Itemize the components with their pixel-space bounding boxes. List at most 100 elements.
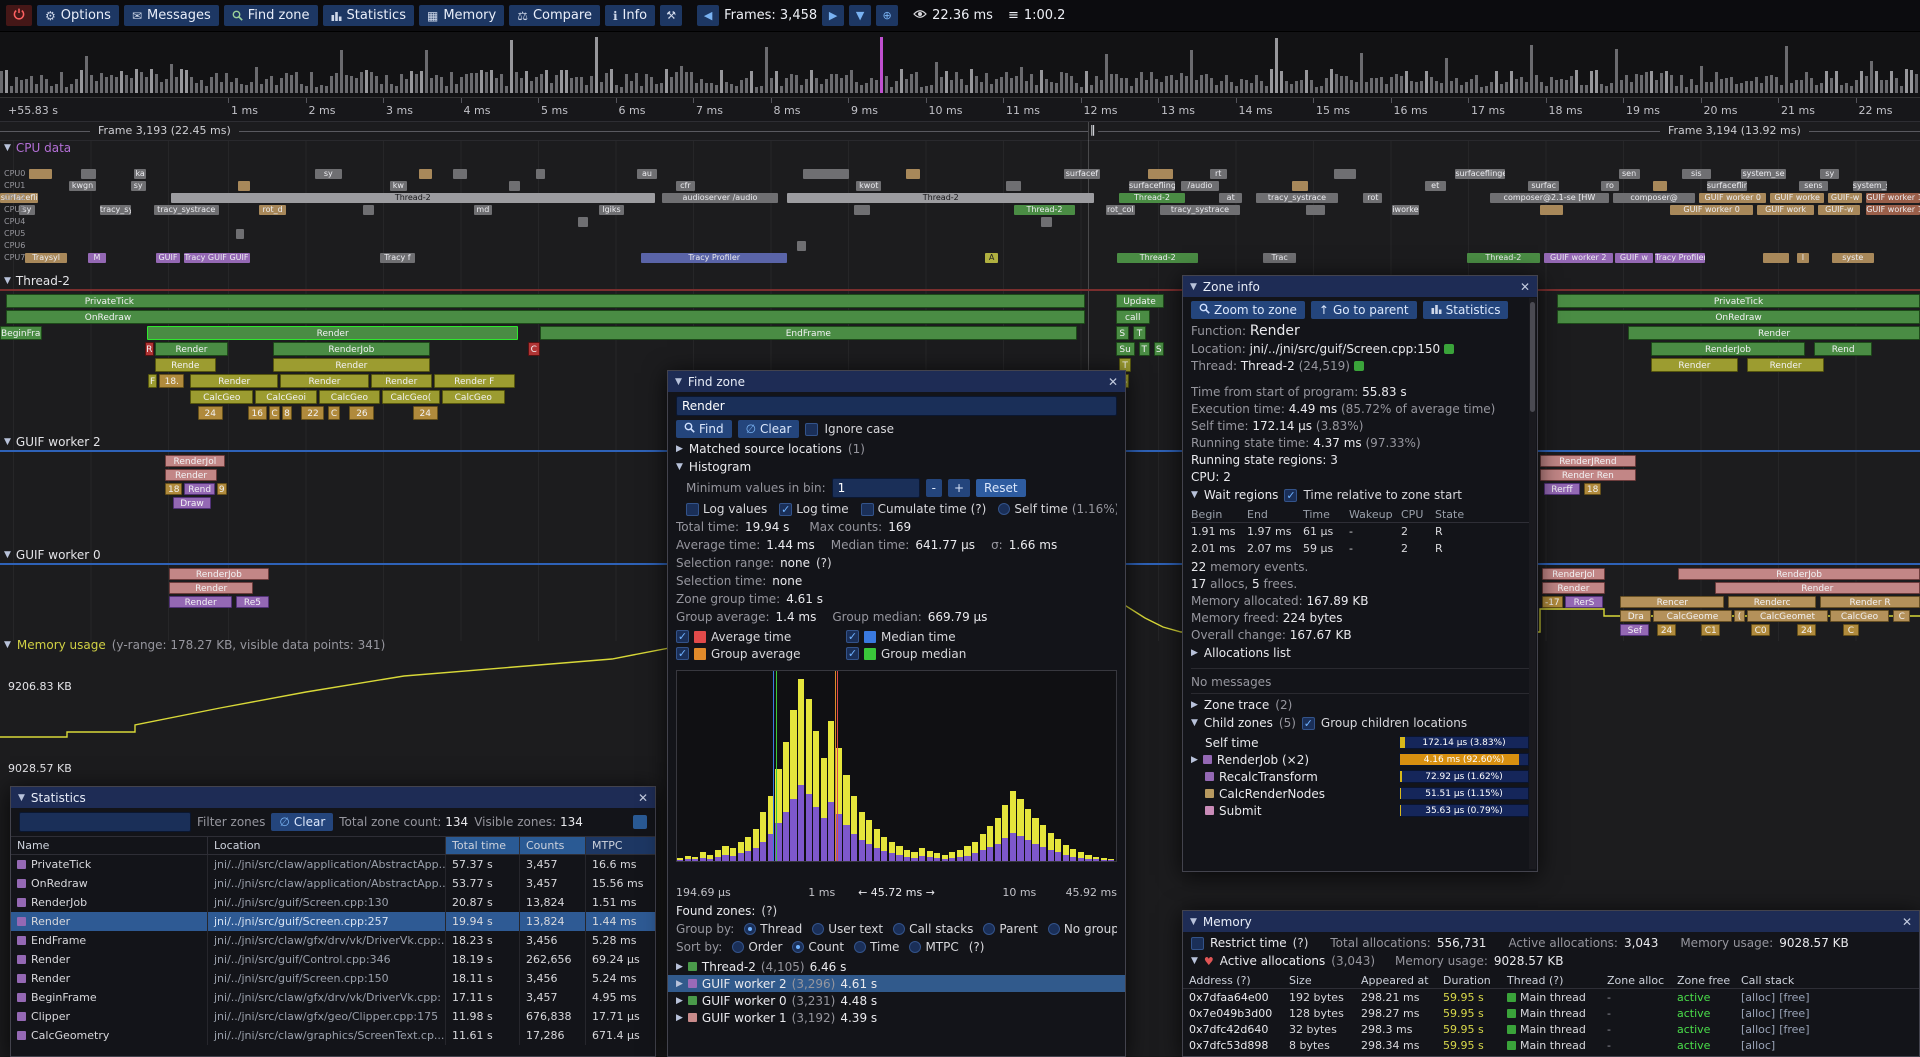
legend-item[interactable]: Group median <box>846 645 1016 662</box>
cpu-zone[interactable]: GUIF worker 0 <box>1670 205 1753 215</box>
group-by-thread[interactable]: Thread <box>744 922 802 936</box>
cpu-zone[interactable]: system_ser <box>1853 181 1888 191</box>
cpu-zone[interactable]: GUIF <box>156 253 181 263</box>
sort-by-count[interactable]: Count <box>792 940 844 954</box>
found-zone-group[interactable]: ▶GUIF worker 1(3,192)4.39 s <box>668 1009 1125 1026</box>
timeline-zone[interactable]: S <box>1154 342 1164 356</box>
go-to-parent-button[interactable]: ↑Go to parent <box>1311 301 1417 319</box>
timeline-zone[interactable]: RenderJol <box>165 455 225 467</box>
timeline-zone[interactable]: CalcGeo <box>190 390 253 404</box>
statistics-button[interactable]: Statistics <box>1423 301 1509 319</box>
timeline-zone[interactable]: Draw <box>173 497 211 509</box>
cpu-zone[interactable]: surfaceflinger <box>1455 169 1505 179</box>
cpu-zone[interactable]: tracy_systrace <box>1160 205 1241 215</box>
statistics-row[interactable]: CalcGeometryjni/../jni/src/claw/graphics… <box>11 1026 655 1045</box>
cpu-zone[interactable]: Thread-2 <box>1119 193 1184 203</box>
cpu-zone[interactable]: tracy_sys- <box>100 205 131 215</box>
timeline-zone[interactable]: C <box>1843 624 1858 636</box>
zone-info-titlebar[interactable]: ▼ Zone info ✕ <box>1183 276 1537 297</box>
cpu-zone[interactable]: syste <box>1832 253 1874 263</box>
cpu-zone[interactable]: cfr <box>676 181 695 191</box>
collapse-icon[interactable]: ▼ <box>4 143 11 153</box>
cpu-zone[interactable] <box>906 169 919 179</box>
next-frame-button[interactable]: ▶ <box>822 5 844 26</box>
cpu-zone[interactable]: sy <box>315 169 342 179</box>
statistics-button[interactable]: Statistics <box>323 5 414 26</box>
timeline-zone[interactable]: Render <box>1747 358 1824 372</box>
cpu-zone[interactable] <box>1292 181 1307 191</box>
timeline-zone[interactable]: Render <box>1628 326 1920 340</box>
timeline-zone[interactable]: 16 <box>248 406 267 420</box>
time-relative-checkbox[interactable] <box>1284 489 1297 502</box>
timeline-zone[interactable]: Rende <box>155 358 216 372</box>
cpu-zone[interactable]: sen <box>1619 169 1640 179</box>
prev-frame-button[interactable]: ◀ <box>697 5 719 26</box>
timeline-zone[interactable]: 18 <box>165 483 182 495</box>
timeline-zone[interactable]: F <box>148 374 158 388</box>
timeline-zone[interactable]: CalcGeo( <box>382 390 440 404</box>
cpu-zone[interactable]: et <box>1425 181 1446 191</box>
cpu-zone[interactable] <box>236 229 244 239</box>
min-bin-minus-button[interactable]: - <box>926 479 942 497</box>
cpu-zone[interactable]: GUIF w <box>1615 253 1653 263</box>
sort-by-mtpc[interactable]: MTPC <box>909 940 958 954</box>
frame-label-left[interactable]: Frame 3,193 (22.45 ms) <box>90 124 239 137</box>
found-zone-group[interactable]: ▶GUIF worker 0(3,231)4.48 s <box>668 992 1125 1009</box>
find-button[interactable]: Find <box>676 420 732 438</box>
timeline-zone[interactable]: 24 <box>1797 624 1816 636</box>
cpu-zone[interactable] <box>1006 181 1021 191</box>
cpu-zone[interactable]: md <box>474 205 491 215</box>
legend-checkbox[interactable] <box>846 630 859 643</box>
close-icon[interactable]: ✕ <box>638 791 648 805</box>
cpu-zone[interactable]: M <box>88 253 105 263</box>
cpu-zone[interactable]: surfaceflinger <box>1129 181 1175 191</box>
found-zone-group[interactable]: ▶GUIF worker 2(3,296)4.61 s <box>668 975 1125 992</box>
timeline-zone[interactable]: Su <box>1116 342 1135 356</box>
allocation-row[interactable]: 0x7e049b3d00128 bytes298.27 ms59.95 sMai… <box>1183 1005 1919 1021</box>
timeline-zone[interactable]: -17 <box>1542 596 1563 608</box>
cpu-zone[interactable]: Thread-2 <box>1117 253 1198 263</box>
collapse-icon[interactable]: ▼ <box>675 377 682 387</box>
timeline-zone[interactable]: S <box>1116 326 1129 340</box>
timeline-zone[interactable]: RerS <box>1565 596 1603 608</box>
cpu-zone[interactable]: GUIF worker 1 <box>1866 193 1920 203</box>
collapse-icon[interactable]: ▼ <box>1191 718 1198 728</box>
collapse-icon[interactable]: ▼ <box>4 550 11 560</box>
group-by-no-grouping[interactable]: No grouping <box>1048 922 1117 936</box>
cpu-zone[interactable]: rt <box>1210 169 1227 179</box>
cpu-zone[interactable] <box>81 169 96 179</box>
expand-icon[interactable]: ▶ <box>676 979 683 989</box>
statistics-row[interactable]: OnRedrawjni/../jni/src/claw/application/… <box>11 874 655 893</box>
child-zone-row[interactable]: Self time172.14 µs (3.83%) <box>1183 734 1537 751</box>
timeline-zone[interactable]: Render R <box>1820 596 1920 608</box>
timeline-zone[interactable]: ( <box>1734 610 1746 622</box>
timeline-zone[interactable]: C1 <box>1701 624 1720 636</box>
expand-icon[interactable]: ▶ <box>1191 755 1198 765</box>
location-value[interactable]: jni/../jni/src/guif/Screen.cpp:150 <box>1250 342 1441 356</box>
filter-zones-input[interactable] <box>19 812 191 832</box>
cpu-zone[interactable]: rot <box>1363 193 1382 203</box>
close-icon[interactable]: ✕ <box>1520 280 1530 294</box>
legend-checkbox[interactable] <box>846 647 859 660</box>
timeline-zone[interactable]: PrivateTick <box>6 294 1085 308</box>
frame-strip[interactable] <box>0 32 1920 98</box>
cpu-zone[interactable]: system_se <box>1741 169 1785 179</box>
timeline-zone[interactable]: T <box>1133 326 1146 340</box>
cpu-zone[interactable]: Thread-2 <box>171 193 655 203</box>
statistics-row[interactable]: PrivateTickjni/../jni/src/claw/applicati… <box>11 855 655 874</box>
close-icon[interactable]: ✕ <box>1902 915 1912 929</box>
cpu-zone[interactable]: /audio <box>1181 181 1219 191</box>
cpu-zone[interactable]: Tracy GUIF GUIF worl <box>184 253 249 263</box>
timeline-zone[interactable]: Render <box>371 374 432 388</box>
timeline-zone[interactable]: C <box>528 342 540 356</box>
column-header-duration[interactable]: Duration <box>1437 974 1501 987</box>
timeline-zone[interactable]: Re5 <box>236 596 269 608</box>
timeline-zone[interactable]: RenderJob <box>1651 342 1805 356</box>
frame-marker-row[interactable]: Frame 3,193 (22.45 ms) ‖ Frame 3,194 (13… <box>0 122 1920 141</box>
cpu-zone[interactable]: iworke <box>1392 205 1419 215</box>
histogram-plot[interactable] <box>676 670 1117 862</box>
statistics-row[interactable]: Clipperjni/../jni/src/claw/gfx/geo/Clipp… <box>11 1007 655 1026</box>
find-zone-search-input[interactable] <box>676 396 1117 416</box>
timeline-zone[interactable]: CalcGeoi <box>255 390 316 404</box>
cpu-zone[interactable]: I <box>1797 253 1809 263</box>
